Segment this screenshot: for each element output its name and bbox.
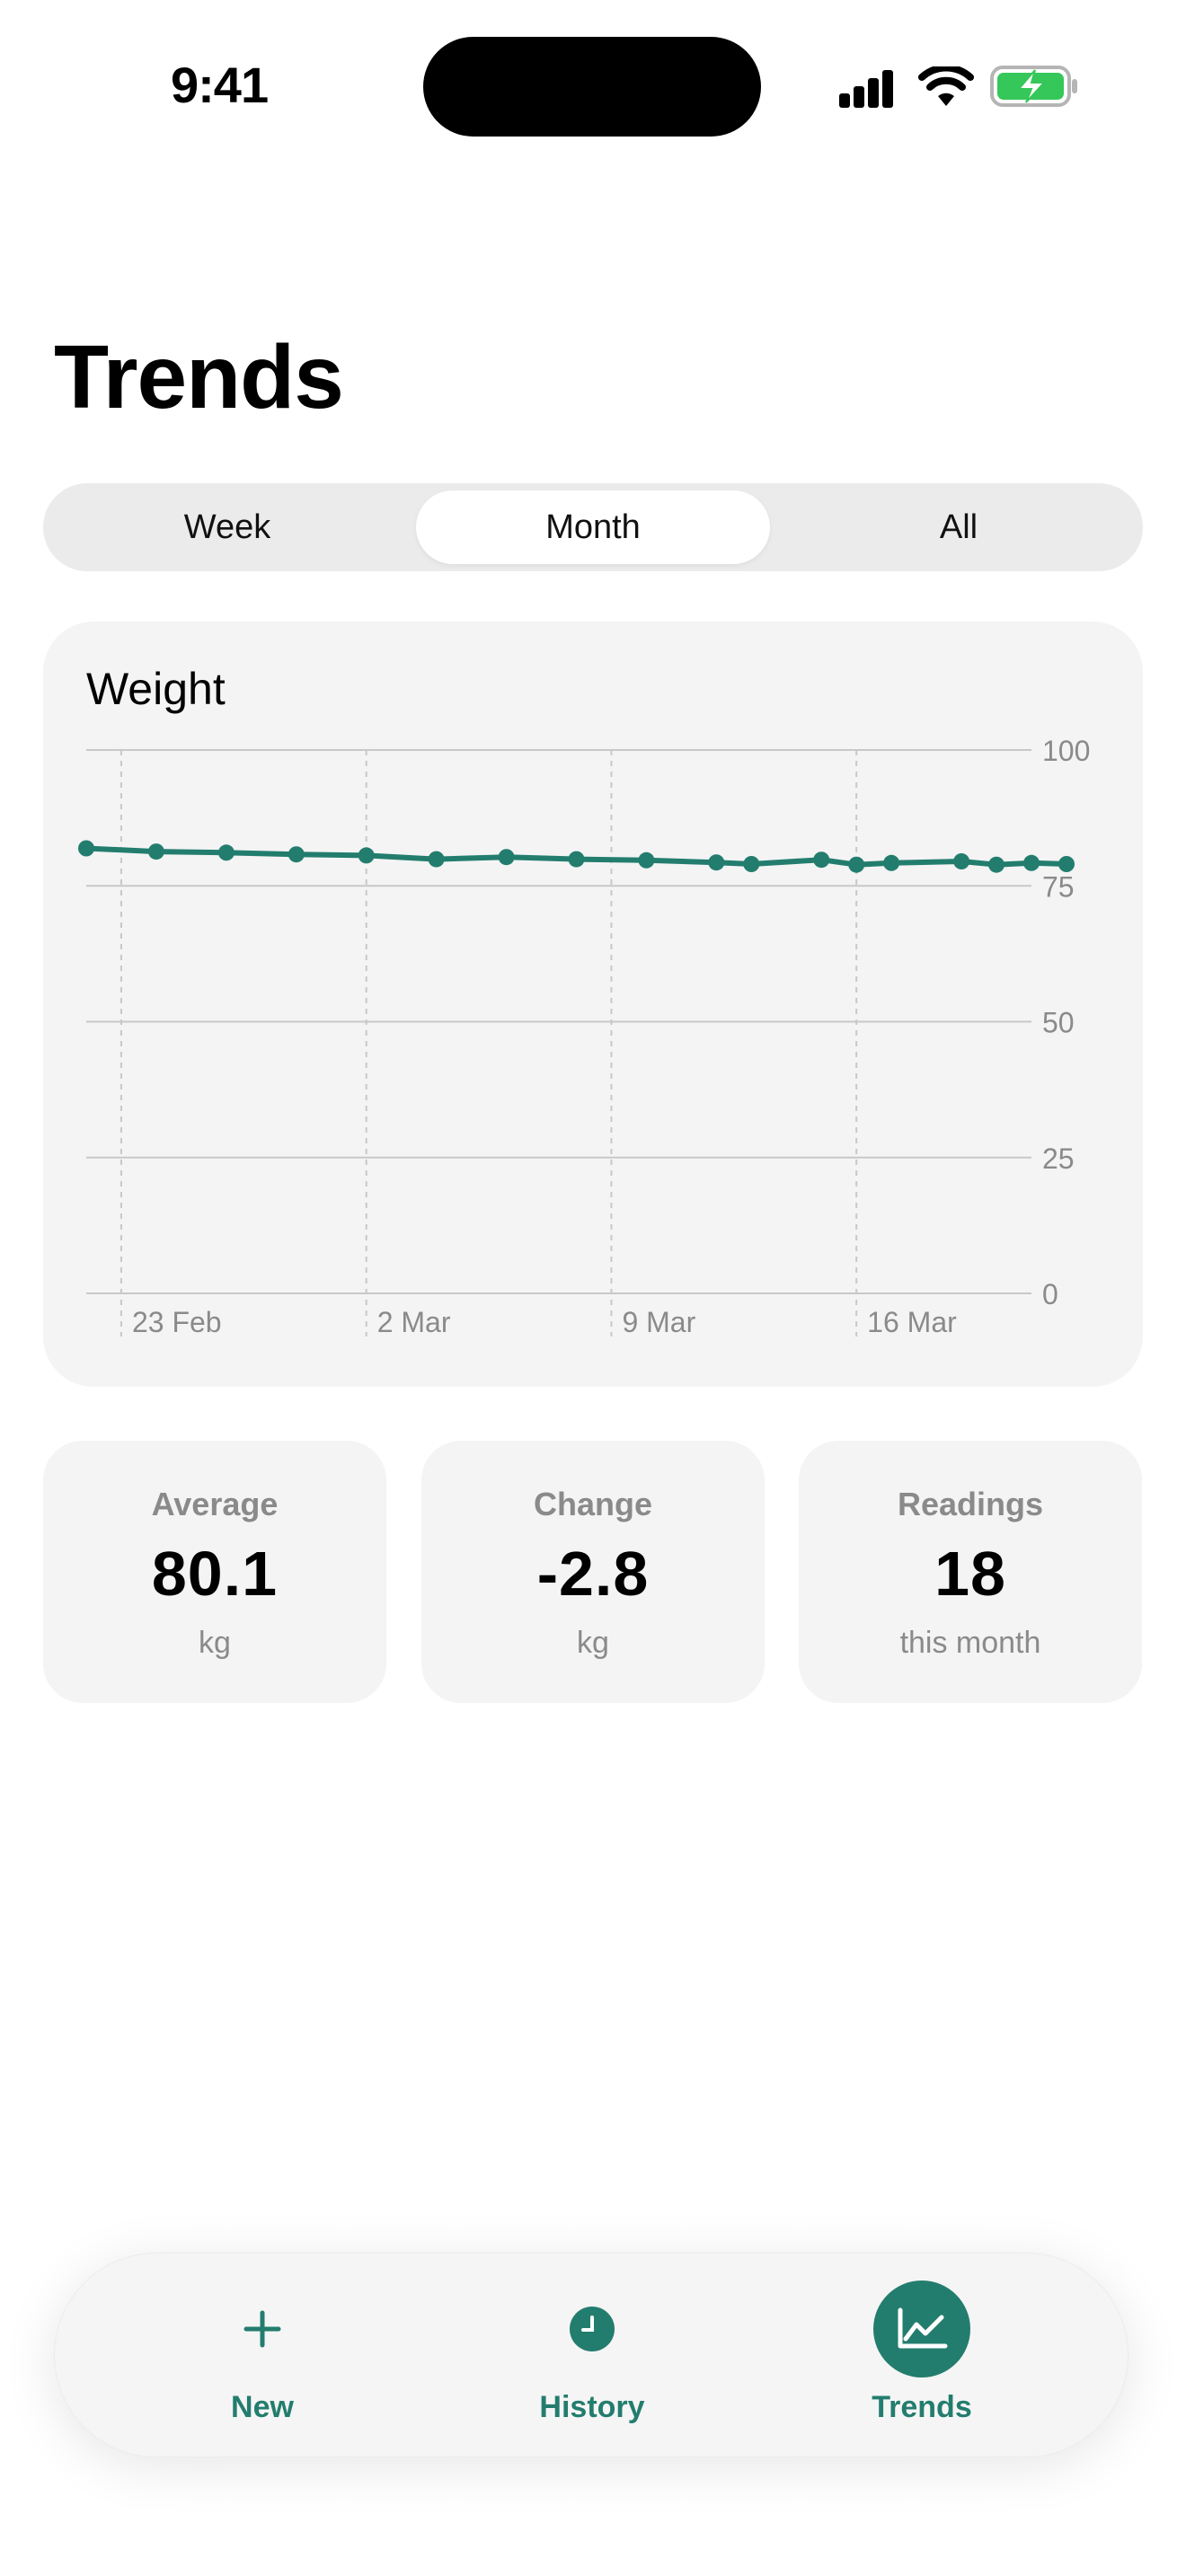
wifi-icon [918, 66, 974, 106]
weight-data-point [988, 856, 1005, 873]
segment-all[interactable]: All [782, 490, 1136, 564]
stat-card-readings: Readings 18 this month [799, 1441, 1142, 1703]
cellular-signal-icon [839, 70, 893, 108]
tab-label: History [539, 2390, 645, 2424]
battery-charging-icon [990, 66, 1077, 107]
x-tick-label: 16 Mar [867, 1306, 957, 1338]
x-tick-label: 9 Mar [622, 1306, 695, 1338]
tab-bar: New History Trends [54, 2253, 1128, 2457]
tab-trends[interactable]: Trends [787, 2254, 1057, 2458]
weight-data-point [428, 851, 445, 868]
x-tick-label: 23 Feb [132, 1306, 222, 1338]
weight-data-point [568, 851, 585, 868]
segment-month[interactable]: Month [416, 490, 770, 564]
weight-data-point [848, 856, 865, 873]
stat-value: 18 [934, 1539, 1006, 1609]
weight-data-point [743, 856, 760, 872]
clock-icon[interactable] [544, 2280, 641, 2378]
chart-icon[interactable] [873, 2280, 970, 2378]
segment-week[interactable]: Week [50, 490, 404, 564]
chart-title: Weight [86, 664, 226, 714]
plus-icon[interactable] [214, 2280, 311, 2378]
stat-unit: this month [899, 1626, 1041, 1660]
weight-data-point [953, 853, 970, 869]
dynamic-island [423, 37, 761, 137]
stat-value: -2.8 [536, 1539, 650, 1609]
x-tick-label: 2 Mar [377, 1306, 451, 1338]
stat-card-average: Average 80.1 kg [43, 1441, 386, 1703]
y-tick-label: 0 [1042, 1278, 1058, 1310]
y-tick-label: 75 [1042, 870, 1075, 903]
tab-history[interactable]: History [457, 2254, 727, 2458]
status-bar: 9:41 [0, 0, 1186, 171]
weight-data-point [1023, 854, 1040, 871]
status-time: 9:41 [171, 57, 269, 113]
weight-data-point [883, 854, 900, 871]
stat-unit: kg [199, 1626, 231, 1660]
period-segmented-control: Week Month All [43, 483, 1143, 571]
stat-unit: kg [577, 1626, 609, 1660]
stat-label: Readings [897, 1486, 1044, 1522]
weight-data-point [217, 844, 235, 861]
y-tick-label: 25 [1042, 1142, 1075, 1175]
page-title: Trends [54, 327, 344, 428]
weight-data-point [708, 854, 725, 871]
weight-data-point [813, 851, 830, 869]
tab-new[interactable]: New [128, 2254, 397, 2458]
weight-data-point [288, 846, 305, 863]
stat-card-change: Change -2.8 kg [421, 1441, 765, 1703]
weight-data-point [78, 840, 94, 857]
weight-data-point [358, 847, 375, 864]
weight-data-point [498, 849, 515, 866]
weight-data-point [638, 851, 655, 869]
stat-label: Change [533, 1486, 652, 1522]
stat-label: Average [151, 1486, 279, 1522]
stat-value: 80.1 [151, 1539, 279, 1609]
y-tick-label: 50 [1042, 1007, 1075, 1039]
tab-label: Trends [872, 2390, 972, 2424]
tab-label: New [231, 2390, 294, 2424]
weight-chart-card: 100 75 50 25 0 23 Feb 2 Mar 9 Mar 16 Mar Weight [43, 622, 1143, 1387]
y-tick-label: 100 [1042, 735, 1090, 767]
weight-data-point [147, 843, 164, 860]
weight-chart: 100 75 50 25 0 23 Feb 2 Mar 9 Mar 16 Mar [78, 735, 1090, 1338]
weight-data-point [1058, 856, 1075, 872]
